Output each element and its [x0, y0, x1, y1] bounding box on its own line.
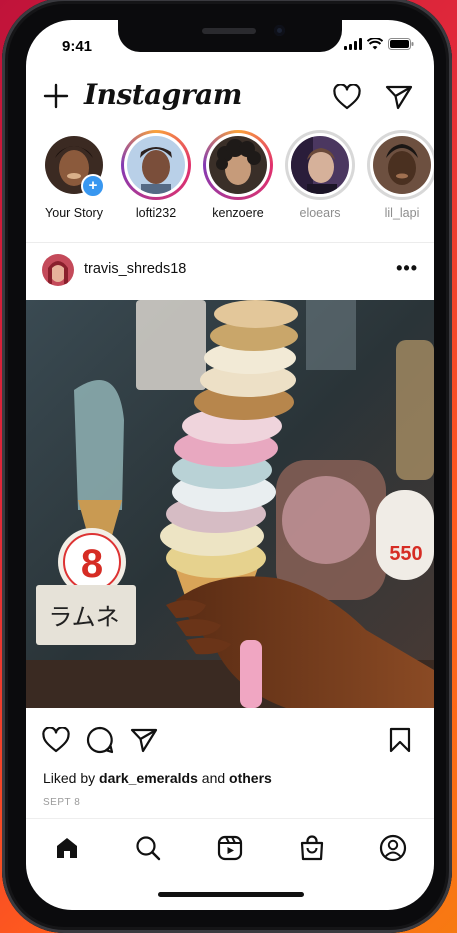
avatar [291, 136, 349, 194]
ramune-sign-text: ラムネ [48, 603, 119, 631]
save-button[interactable] [384, 724, 416, 756]
story-ring [367, 130, 434, 200]
story-label: Your Story [45, 206, 103, 220]
stories-divider [26, 242, 434, 243]
heart-icon [42, 727, 70, 753]
liked-by-others[interactable]: others [229, 770, 272, 786]
story-label: lil_lapi [384, 206, 420, 220]
direct-messages-button[interactable] [382, 80, 416, 114]
story-ring [203, 130, 273, 200]
story-ring: + [39, 130, 109, 200]
tab-profile[interactable] [378, 833, 408, 863]
story-label: kenzoere [212, 206, 264, 220]
price-sign-550: 550 [389, 543, 422, 565]
liked-by-prefix: Liked by [43, 770, 96, 786]
home-indicator[interactable] [158, 892, 304, 897]
post-avatar[interactable] [42, 254, 74, 286]
top-bar: Instagram [26, 76, 434, 118]
story-lofti232[interactable]: lofti232 [116, 130, 196, 220]
stories-tray[interactable]: + Your Story lofti232 kenzoere eloears l… [26, 130, 434, 242]
story-kenzoere[interactable]: kenzoere [198, 130, 278, 220]
price-sign-number: 8 [81, 542, 103, 586]
story-label: lofti232 [135, 206, 177, 220]
avatar [373, 136, 431, 194]
battery-icon [388, 38, 414, 50]
post-header: travis_shreds18 ••• [26, 252, 434, 298]
home-icon [57, 838, 77, 858]
app-screen: 9:41 Instagram + Your Story lofti232 ken… [26, 20, 434, 910]
share-icon [130, 728, 158, 753]
notch [118, 20, 342, 52]
likes-line: Liked by dark_emeralds and others [43, 770, 272, 786]
post-date: SEPT 8 [43, 797, 81, 808]
search-icon [136, 836, 161, 861]
wifi-icon [367, 38, 383, 50]
bottom-tab-bar [26, 818, 434, 873]
liked-by-and: and [201, 770, 226, 786]
liked-by-user[interactable]: dark_emeralds [99, 770, 198, 786]
like-button[interactable] [40, 724, 72, 756]
avatar [127, 136, 185, 194]
status-icons [344, 38, 414, 50]
avatar [209, 136, 267, 194]
tab-reels[interactable] [215, 833, 245, 863]
heart-icon [333, 84, 361, 110]
post-options-button[interactable]: ••• [396, 258, 418, 279]
bookmark-icon [389, 727, 411, 753]
story-your-story[interactable]: + Your Story [34, 130, 114, 220]
tab-search[interactable] [133, 833, 163, 863]
instagram-logo: Instagram [84, 78, 242, 111]
activity-button[interactable] [330, 80, 364, 114]
add-story-badge[interactable]: + [81, 174, 105, 198]
story-label: eloears [299, 206, 341, 220]
post-photo[interactable]: 8 ラムネ 550 [26, 300, 434, 708]
paper-plane-icon [385, 85, 413, 110]
front-camera [274, 25, 285, 36]
plus-icon [43, 83, 69, 109]
phone-frame: 9:41 Instagram + Your Story lofti232 ken… [2, 0, 452, 933]
tab-shop[interactable] [297, 833, 327, 863]
post-username[interactable]: travis_shreds18 [84, 261, 186, 277]
speaker-grille [202, 28, 256, 34]
story-lil-lapi[interactable]: lil_lapi [362, 130, 434, 220]
story-ring [121, 130, 191, 200]
story-eloears[interactable]: eloears [280, 130, 360, 220]
signal-icon [344, 38, 362, 50]
status-time: 9:41 [62, 38, 93, 55]
tab-home[interactable] [52, 833, 82, 863]
profile-icon [379, 834, 407, 862]
post-actions [26, 720, 434, 760]
reels-icon [217, 835, 243, 861]
story-ring [285, 130, 355, 200]
comment-icon [86, 726, 114, 754]
shop-icon [300, 835, 324, 861]
new-post-button[interactable] [40, 80, 72, 112]
comment-button[interactable] [84, 724, 116, 756]
share-button[interactable] [128, 724, 160, 756]
